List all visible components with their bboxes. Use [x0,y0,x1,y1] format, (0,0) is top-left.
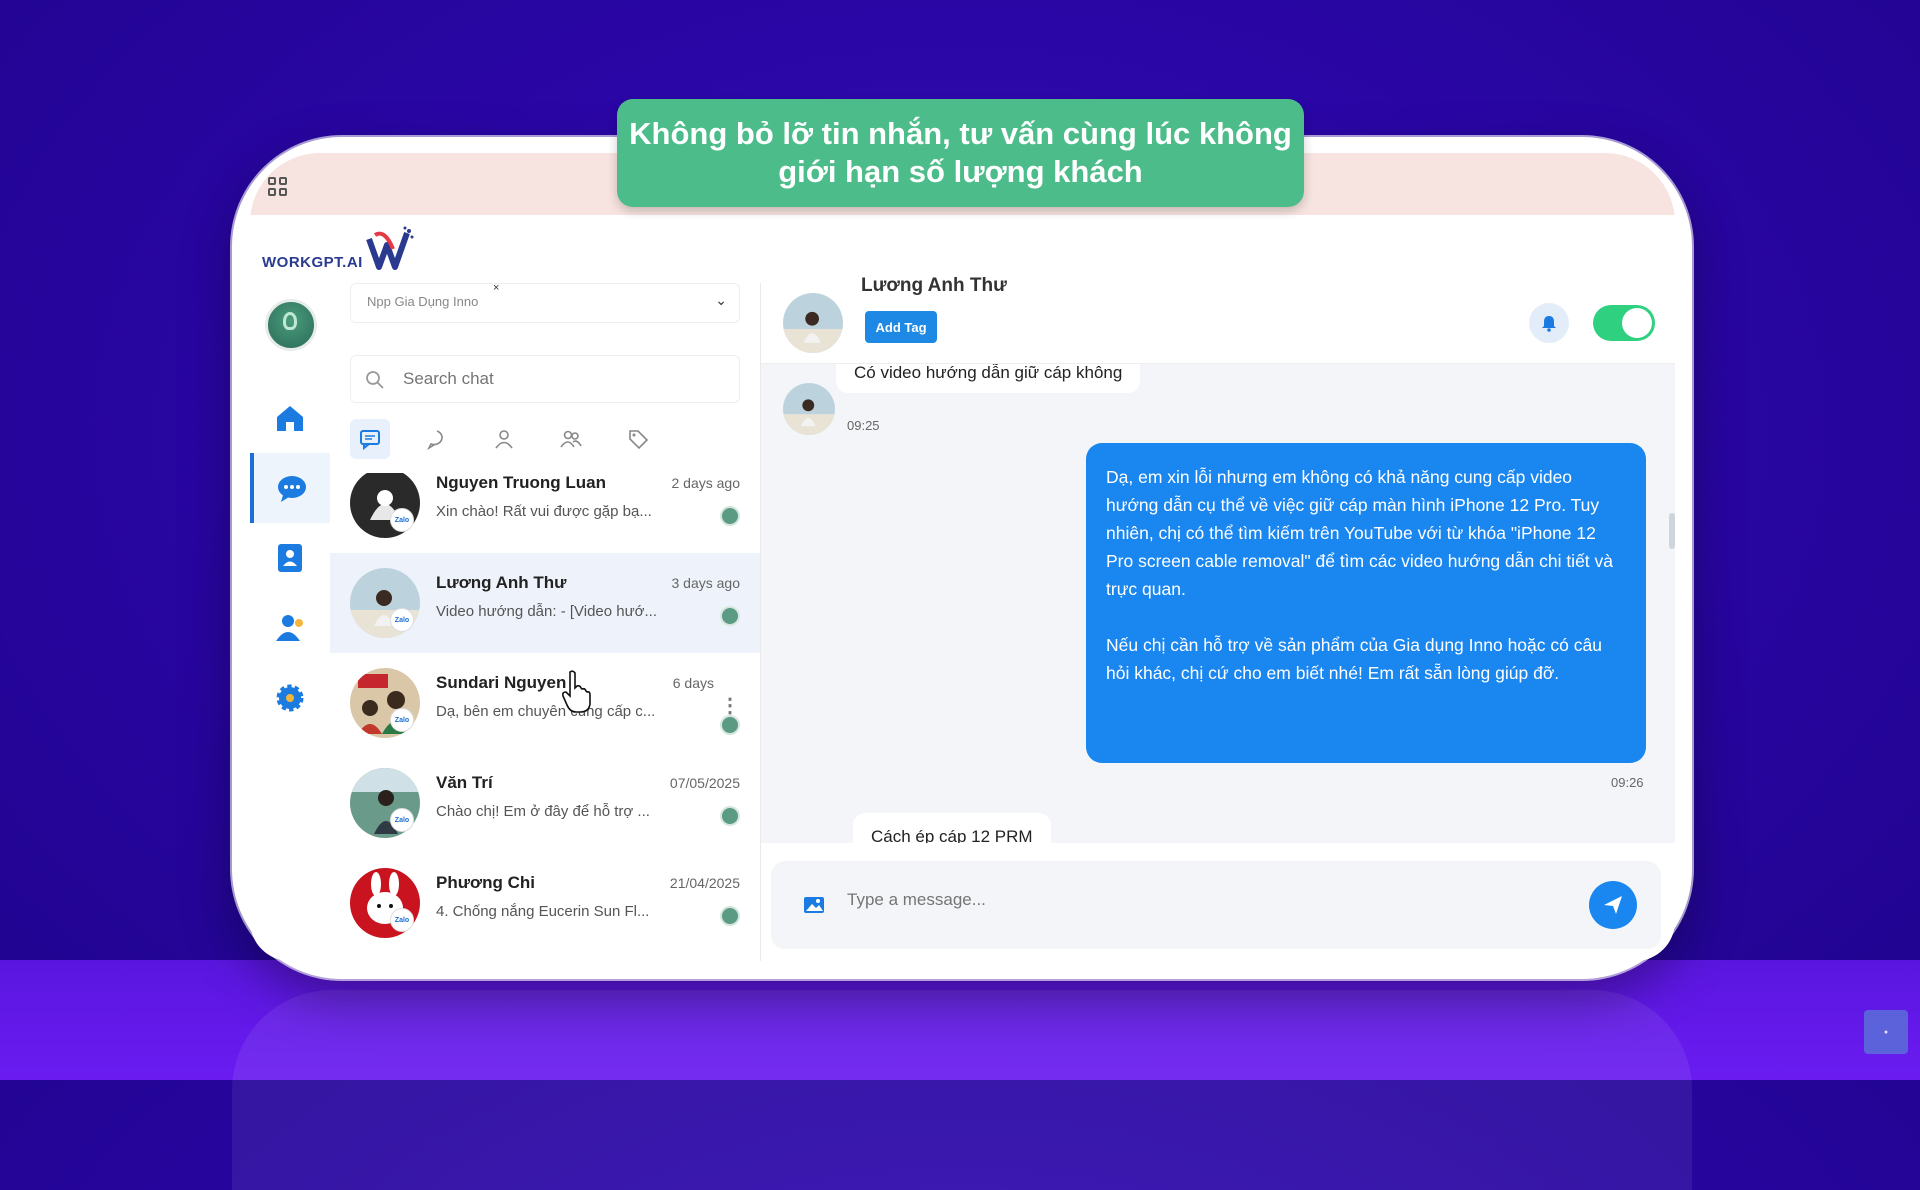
tab-all-messages[interactable] [350,419,390,459]
channel-badge: Zalo [390,708,414,732]
conversation-preview: Video hướng dẫn: - [Video hướ... [436,603,658,620]
apps-grid-icon[interactable] [268,177,288,197]
sidebar-item-chat[interactable] [250,453,330,523]
conversation-item[interactable]: Zalo Sundari Nguyen Dạ, bên em chuyên cu… [330,653,760,753]
page-select[interactable]: Npp Gia Dụng Inno × ⌄ [350,282,740,323]
tab-group[interactable] [551,419,591,459]
add-tag-button[interactable]: Add Tag [865,311,937,343]
channel-badge: Zalo [390,808,414,832]
chat-icon [278,476,306,502]
search-input[interactable] [401,368,705,390]
conversation-name: Văn Trí [436,773,493,792]
message-input[interactable] [845,889,1449,911]
tab-person[interactable] [484,419,524,459]
conversation-time: 2 days ago [671,475,741,491]
search-box [350,355,740,403]
tab-tags[interactable] [618,419,658,459]
conversation-item[interactable]: Zalo Văn Trí Chào chị! Em ở đây để hỗ tr… [330,753,760,853]
sidebar-item-home[interactable] [250,383,330,453]
tablet-reflection [232,990,1692,1190]
message-composer [771,861,1661,949]
page-clear-icon[interactable]: × [493,282,499,294]
conversation-preview: 4. Chống nắng Eucerin Sun Fl... [436,903,650,920]
chat-header: Lương Anh Thư Add Tag [761,275,1675,364]
person-icon [495,430,513,449]
auto-reply-toggle[interactable] [1593,305,1655,341]
conversation-time: 6 days [672,675,714,691]
contact-avatar[interactable] [783,293,843,353]
sidebar-item-users[interactable] [250,593,330,663]
conversation-item[interactable]: Zalo Nguyen Truong Luan Xin chào! Rất vu… [330,473,760,553]
logo-text: WORKGPT.AI [262,254,363,271]
chevron-down-icon[interactable]: ⌄ [715,292,727,309]
conversation-name: Sundari Nguyen [436,673,567,692]
contacts-icon [278,544,302,572]
group-icon [560,430,582,448]
message-thread: Có video hướng dẫn giữ cáp không 09:25 D… [761,363,1675,843]
conversation-preview: Chào chị! Em ở đây để hỗ trợ ... [436,803,650,820]
promo-banner: Không bỏ lỡ tin nhắn, tư vấn cùng lúc kh… [617,99,1304,207]
contact-avatar-small [783,383,835,435]
watermark-logo: ● [1864,1010,1908,1054]
sidebar-nav [250,283,331,961]
conversation-name: Phương Chi [436,873,535,892]
message-time: 09:26 [1611,775,1644,790]
banner-line-1: Không bỏ lỡ tin nhắn, tư vấn cùng lúc kh… [629,116,1292,151]
scrollbar[interactable] [1669,513,1675,549]
conversation-time: 21/04/2025 [669,875,740,891]
conversation-item-active[interactable]: Zalo Lương Anh Thư Video hướng dẫn: - [V… [330,553,760,653]
conversation-preview: Dạ, bên em chuyên cung cấp c... [436,703,656,720]
send-button[interactable] [1589,881,1637,929]
conversation-name: Nguyen Truong Luan [436,473,606,492]
channel-badge: Zalo [390,908,414,932]
tag-icon [629,430,649,450]
conversation-list: Zalo Nguyen Truong Luan Xin chào! Rất vu… [330,473,760,961]
conversation-name: Lương Anh Thư [436,573,567,592]
filter-tabs [350,419,740,459]
send-icon [1604,896,1622,914]
image-attach-icon[interactable] [803,896,825,914]
notification-button[interactable] [1529,303,1569,343]
chat-list-panel: Npp Gia Dụng Inno × ⌄ Search chat Zalo N… [330,282,761,961]
tab-comments[interactable] [417,419,457,459]
workgpt-logo: WORKGPT.AI [262,221,415,271]
channel-badge: Zalo [390,508,414,532]
page-avatar-icon [720,906,740,926]
page-avatar-icon [720,606,740,626]
page-avatar-icon [720,715,740,735]
logo-mark-icon [366,226,414,270]
conversation-time: 3 days ago [671,575,741,591]
message-bubble-incoming: Cách ép cáp 12 PRM [853,813,1051,843]
app-screen: WORKGPT.AI Npp Gia Dụng Inno × ⌄ Search … [250,153,1675,961]
all-messages-icon [360,430,380,450]
sidebar-item-contacts[interactable] [250,523,330,593]
message-time: 09:25 [847,418,880,433]
conversation-preview: Xin chào! Rất vui được gặp bạ... [436,503,652,520]
contact-name: Lương Anh Thư [861,275,1007,296]
settings-icon [276,684,304,712]
page-avatar-icon [720,506,740,526]
bell-icon [1542,316,1556,332]
message-bubble-incoming: Có video hướng dẫn giữ cáp không [836,363,1141,393]
comment-icon [427,430,443,450]
hand-cursor-icon [562,670,591,713]
search-icon [366,371,384,389]
org-avatar[interactable] [265,299,317,351]
home-icon [277,406,303,431]
banner-line-2: giới hạn số lượng khách [778,154,1143,189]
channel-badge: Zalo [390,608,414,632]
sidebar-item-settings[interactable] [250,663,330,733]
message-bubble-outgoing: Dạ, em xin lỗi nhưng em không có khả năn… [1086,443,1646,763]
user-icon [276,615,303,641]
chat-pane: Lương Anh Thư Add Tag Có video hướng dẫn… [761,275,1675,961]
conversation-time: 07/05/2025 [669,775,740,791]
page-avatar-icon [720,806,740,826]
conversation-item[interactable]: Zalo Phương Chi 4. Chống nắng Eucerin Su… [330,853,760,953]
page-select-value: Npp Gia Dụng Inno [367,294,479,309]
